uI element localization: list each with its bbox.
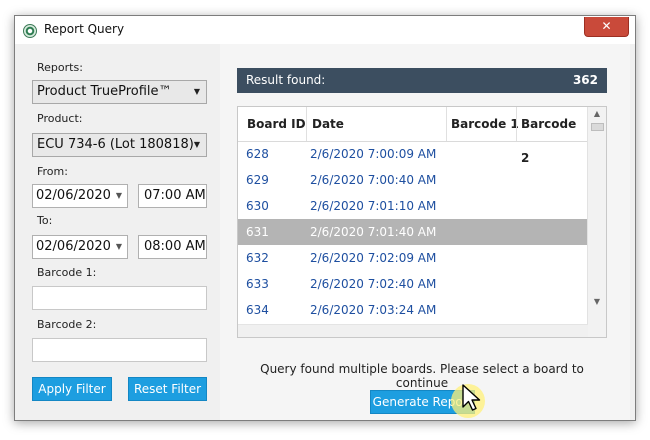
table-row[interactable]: 631 2/6/2020 7:01:40 AM: [238, 219, 588, 245]
chevron-down-icon: ▼: [193, 140, 200, 149]
date-cell: 2/6/2020 7:02:40 AM: [310, 277, 437, 291]
scroll-down-icon[interactable]: ▼: [588, 297, 606, 306]
from-date-picker[interactable]: 02/06/2020 ▼: [32, 184, 128, 208]
date-cell: 2/6/2020 7:03:24 AM: [310, 303, 437, 317]
boards-table: Board ID Date Barcode 1 Barcode 2 628 2/6…: [237, 106, 607, 338]
results-panel: Result found: 362 Board ID Date Barcode …: [220, 44, 630, 420]
close-button[interactable]: ✕: [584, 17, 629, 37]
board-id-cell: 633: [246, 277, 269, 291]
status-message: Query found multiple boards. Please sele…: [260, 362, 584, 390]
reset-filter-button[interactable]: Reset Filter: [128, 377, 207, 401]
board-id-cell: 628: [246, 147, 269, 161]
title-bar[interactable]: Report Query ✕: [15, 16, 635, 44]
apply-filter-button[interactable]: Apply Filter: [32, 377, 112, 401]
reports-label: Reports:: [37, 61, 83, 74]
table-row[interactable]: 633 2/6/2020 7:02:40 AM: [238, 271, 588, 297]
barcode2-label: Barcode 2:: [37, 318, 97, 331]
date-cell: 2/6/2020 7:02:09 AM: [310, 251, 437, 265]
board-id-cell: 630: [246, 199, 269, 213]
table-body: 628 2/6/2020 7:00:09 AM 629 2/6/2020 7:00:4…: [238, 141, 588, 337]
reports-dropdown-value: Product TrueProfile™: [37, 84, 172, 99]
table-row[interactable]: 634 2/6/2020 7:03:24 AM: [238, 297, 588, 323]
column-header-board-id[interactable]: Board ID: [247, 107, 306, 141]
result-found-label: Result found:: [246, 73, 326, 87]
window-title: Report Query: [44, 22, 125, 36]
barcode1-label: Barcode 1:: [37, 266, 97, 279]
date-cell: 2/6/2020 7:00:09 AM: [310, 147, 437, 161]
report-query-window: Report Query ✕ Reports: Product TrueProf…: [14, 15, 636, 421]
date-cell: 2/6/2020 7:01:10 AM: [310, 199, 437, 213]
chevron-down-icon: ▼: [193, 87, 200, 96]
result-header-bar: Result found: 362: [237, 68, 607, 93]
column-header-barcode2[interactable]: Barcode 2: [521, 107, 588, 165]
chevron-down-icon: ▼: [115, 191, 122, 200]
scroll-thumb[interactable]: [591, 123, 604, 131]
reports-dropdown[interactable]: Product TrueProfile™ ▼: [32, 80, 207, 104]
to-time-input[interactable]: 08:00 AM: [138, 235, 207, 259]
product-dropdown[interactable]: ECU 734-6 (Lot 180818) ▼: [32, 133, 207, 157]
from-time-input[interactable]: 07:00 AM: [138, 184, 207, 208]
to-date-value: 02/06/2020: [36, 239, 111, 254]
vertical-scrollbar[interactable]: ▲ ▼: [587, 107, 606, 337]
mouse-pointer-icon: [462, 384, 481, 411]
product-dropdown-value: ECU 734-6 (Lot 180818): [37, 137, 194, 152]
board-id-cell: 634: [246, 303, 269, 317]
table-row[interactable]: 630 2/6/2020 7:01:10 AM: [238, 193, 588, 219]
board-id-cell: 629: [246, 173, 269, 187]
product-label: Product:: [37, 112, 83, 125]
scroll-up-icon[interactable]: ▲: [588, 109, 606, 118]
horizontal-scrollbar[interactable]: [238, 324, 588, 337]
filter-panel: Reports: Product TrueProfile™ ▼ Product:…: [15, 44, 220, 420]
barcode1-input[interactable]: [32, 286, 207, 310]
board-id-cell: 632: [246, 251, 269, 265]
to-label: To:: [37, 214, 53, 227]
table-header: Board ID Date Barcode 1 Barcode 2: [238, 107, 588, 165]
from-label: From:: [37, 165, 68, 178]
column-separator: [446, 107, 447, 141]
app-target-icon: [23, 24, 37, 38]
board-id-cell: 631: [246, 225, 269, 239]
table-row[interactable]: 628 2/6/2020 7:00:09 AM: [238, 141, 588, 167]
column-header-date[interactable]: Date: [312, 107, 344, 141]
column-header-barcode1[interactable]: Barcode 1: [451, 107, 519, 141]
column-separator: [516, 107, 517, 141]
chevron-down-icon: ▼: [115, 242, 122, 251]
date-cell: 2/6/2020 7:01:40 AM: [310, 225, 437, 239]
result-count: 362: [572, 73, 598, 87]
barcode2-input[interactable]: [32, 338, 207, 362]
table-row[interactable]: 629 2/6/2020 7:00:40 AM: [238, 167, 588, 193]
table-row[interactable]: 632 2/6/2020 7:02:09 AM: [238, 245, 588, 271]
date-cell: 2/6/2020 7:00:40 AM: [310, 173, 437, 187]
column-separator: [306, 107, 307, 141]
to-date-picker[interactable]: 02/06/2020 ▼: [32, 235, 128, 259]
from-date-value: 02/06/2020: [36, 188, 111, 203]
